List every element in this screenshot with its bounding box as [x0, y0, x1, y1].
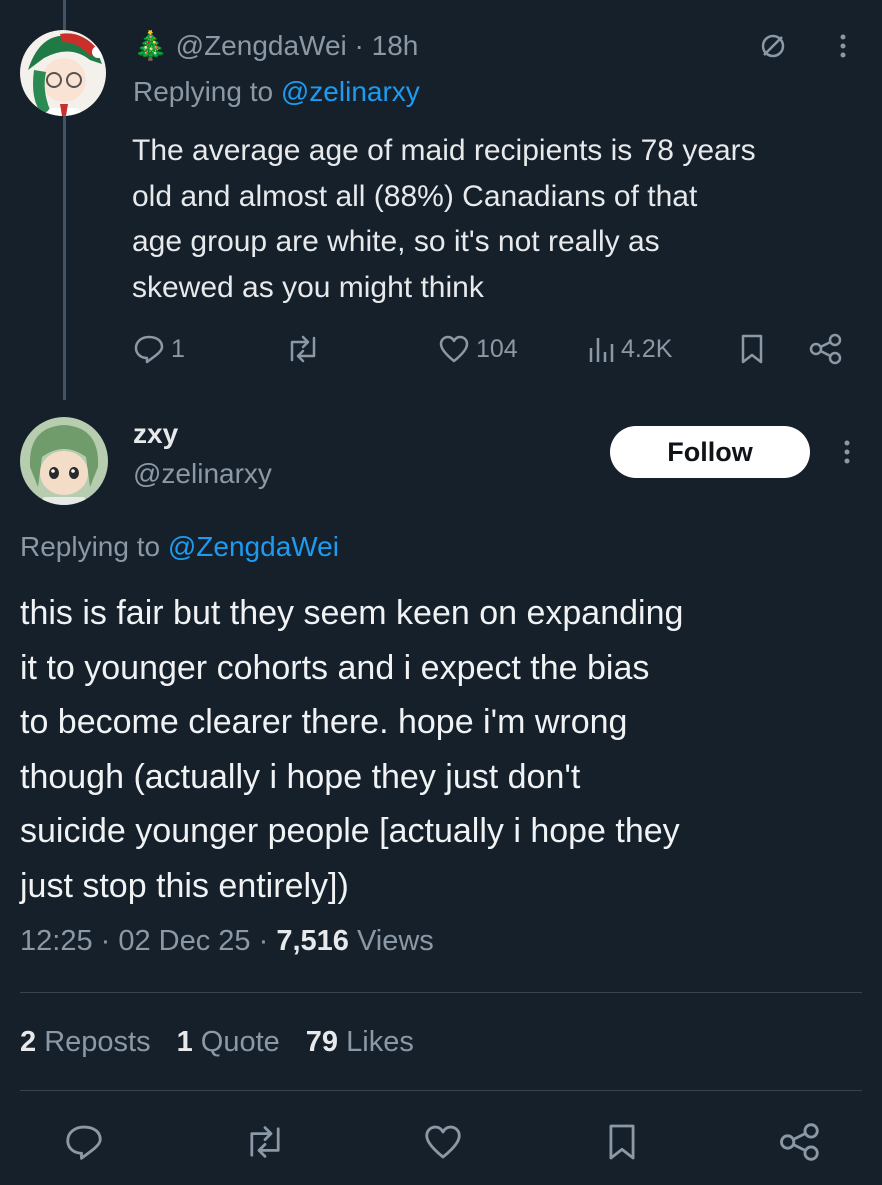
- reply-icon: [133, 334, 165, 364]
- likes-stat[interactable]: 79 Likes: [306, 1026, 414, 1059]
- share-icon[interactable]: [808, 332, 844, 366]
- more-icon[interactable]: [837, 436, 857, 468]
- tweet-text-line: it to younger cohorts and i expect the b…: [20, 648, 650, 687]
- reply-author-handle[interactable]: @ZengdaWei: [176, 30, 347, 61]
- reply-text-line: old and almost all (88%) Canadians of th…: [132, 179, 698, 213]
- reply-text: The average age of maid recipients is 78…: [132, 128, 756, 310]
- author-handle[interactable]: @zelinarxy: [133, 458, 272, 490]
- bookmark-icon[interactable]: [602, 1120, 642, 1164]
- tweet-meta: 12:25 · 02 Dec 25 · 7,516 Views: [20, 925, 434, 958]
- reply-header: 🎄 @ZengdaWei · 18h: [133, 29, 418, 62]
- replying-handle-link[interactable]: @ZengdaWei: [168, 531, 339, 562]
- repost-icon[interactable]: [240, 1120, 290, 1164]
- reply-text-line: age group are white, so it's not really …: [132, 225, 660, 258]
- header-separator: ·: [354, 30, 364, 61]
- bookmark-icon[interactable]: [737, 332, 767, 366]
- main-replying-to: Replying to @ZengdaWei: [20, 531, 339, 563]
- views-icon: [587, 334, 615, 364]
- divider: [20, 992, 862, 993]
- reply-action-reply[interactable]: 1: [133, 332, 185, 366]
- repost-icon[interactable]: [283, 332, 323, 366]
- share-icon[interactable]: [776, 1120, 824, 1164]
- like-icon: [438, 334, 470, 364]
- replying-prefix: Replying to: [20, 531, 161, 562]
- like-icon[interactable]: [421, 1120, 465, 1164]
- follow-button[interactable]: Follow: [610, 426, 810, 478]
- reply-text-line: The average age of maid recipients is 78…: [132, 134, 756, 167]
- reply-time[interactable]: 18h: [372, 30, 419, 61]
- tweet-text-line: just stop this entirely]): [20, 866, 349, 905]
- tweet-timestamp[interactable]: 12:25 · 02 Dec 25 ·: [20, 925, 268, 957]
- reposts-stat[interactable]: 2 Reposts: [20, 1026, 151, 1059]
- author-name[interactable]: zxy: [133, 418, 178, 450]
- views-total: 7,516: [276, 925, 349, 957]
- replying-prefix: Replying to: [133, 76, 274, 107]
- reposts-count: 2: [20, 1026, 37, 1058]
- like-count: 104: [476, 334, 518, 363]
- reply-count: 1: [171, 334, 185, 363]
- avatar-zelinarxy[interactable]: [20, 417, 108, 505]
- reposts-label: Reposts: [44, 1026, 151, 1058]
- quotes-count: 1: [176, 1026, 193, 1058]
- views-label: Views: [356, 925, 434, 957]
- reply-replying-to: Replying to @zelinarxy: [133, 76, 420, 108]
- likes-label: Likes: [346, 1026, 414, 1058]
- reply-action-views[interactable]: 4.2K: [587, 332, 672, 366]
- tweet-text-line: though (actually i hope they just don't: [20, 757, 581, 796]
- tweet-text-line: this is fair but they seem keen on expan…: [20, 594, 684, 632]
- block-icon[interactable]: [757, 30, 789, 62]
- reply-text-line: skewed as you might think: [132, 270, 484, 304]
- tweet-text-line: suicide younger people [actually i hope …: [20, 812, 680, 850]
- tweet-text-line: to become clearer there. hope i'm wrong: [20, 703, 628, 741]
- engagement-stats: 2 Reposts 1 Quote 79 Likes: [20, 1026, 414, 1059]
- tree-emoji: 🎄: [133, 30, 168, 61]
- quotes-stat[interactable]: 1 Quote: [177, 1026, 280, 1059]
- reply-icon[interactable]: [62, 1120, 106, 1164]
- avatar-zengdawei[interactable]: [20, 30, 106, 116]
- likes-count: 79: [305, 1026, 339, 1058]
- quotes-label: Quote: [200, 1026, 280, 1058]
- views-count: 4.2K: [621, 334, 673, 363]
- reply-action-like[interactable]: 104: [438, 332, 518, 366]
- main-tweet-text: this is fair but they seem keen on expan…: [20, 586, 683, 913]
- more-icon[interactable]: [833, 30, 853, 62]
- replying-handle-link[interactable]: @zelinarxy: [281, 76, 420, 107]
- divider: [20, 1090, 862, 1091]
